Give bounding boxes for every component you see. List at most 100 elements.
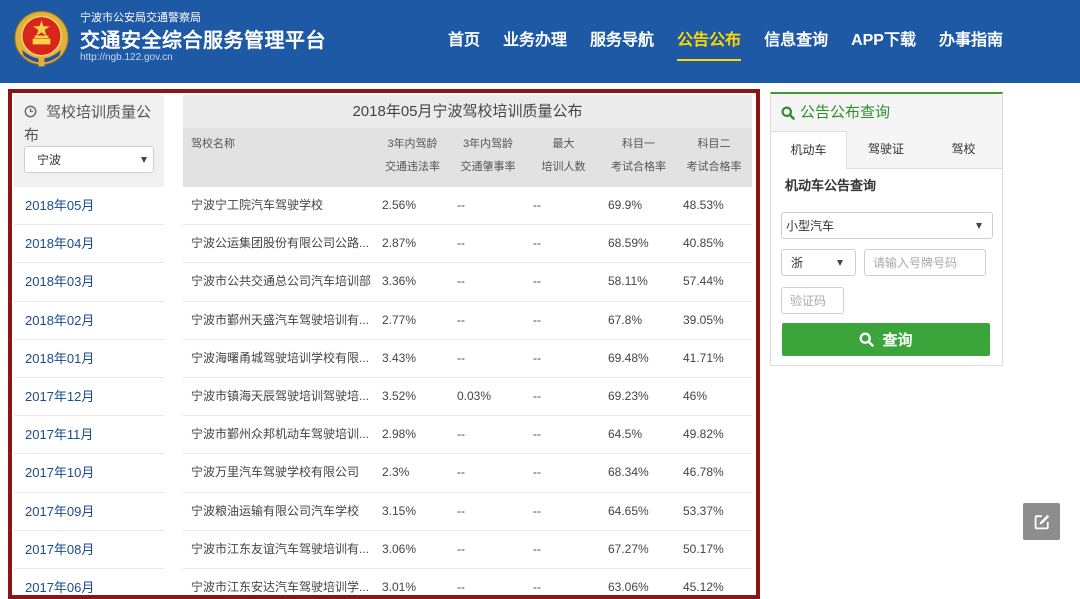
nav-info-query[interactable]: 信息查询 xyxy=(764,31,828,61)
month-item[interactable]: 2018年02月 xyxy=(14,302,164,340)
col-header-subject2-pass-rate: 科目二 考试合格率 xyxy=(676,128,752,187)
month-item[interactable]: 2017年10月 xyxy=(14,454,164,493)
cell-school-name: 宁波市鄞州天盛汽车驾驶培训有... xyxy=(191,312,370,327)
region-select[interactable]: 宁波 xyxy=(24,146,154,173)
month-item[interactable]: 2018年05月 xyxy=(14,187,164,226)
sidebar-title-text: 驾校培训质量公布 xyxy=(24,104,152,144)
cell-subject2-pass-rate: 45.12% xyxy=(683,579,724,594)
cell-accident-rate: -- xyxy=(457,312,465,327)
cell-violation-rate: 2.3% xyxy=(382,465,410,480)
cell-subject1-pass-rate: 64.65% xyxy=(608,503,649,518)
site-header: 宁波市公安局交通警察局 交通安全综合服务管理平台 http://ngb.122.… xyxy=(0,0,1080,83)
query-submit-label: 查询 xyxy=(882,332,913,349)
nav-app-download[interactable]: APP下载 xyxy=(851,31,916,61)
cell-subject1-pass-rate: 67.8% xyxy=(608,312,643,327)
cell-school-name: 宁波市镇海天辰驾驶培训驾驶培... xyxy=(191,388,370,403)
cell-violation-rate: 3.52% xyxy=(382,388,417,403)
cell-accident-rate: -- xyxy=(457,198,465,212)
region-select-wrap[interactable]: 宁波 xyxy=(24,146,154,173)
month-item[interactable]: 2018年01月 xyxy=(14,340,164,378)
cell-violation-rate: 3.01% xyxy=(382,579,417,594)
driving-school-quality-panel: 驾校培训质量公布 宁波 2018年05月 2018年04月 2018年03月 2… xyxy=(8,89,760,599)
cell-accident-rate: -- xyxy=(457,274,465,289)
table-row: 宁波市镇海天辰驾驶培训驾驶培... 3.52% 0.03% -- 69.23% … xyxy=(183,378,752,417)
nav-home[interactable]: 首页 xyxy=(448,31,480,61)
table-row: 宁波粮油运输有限公司汽车学校 3.15% -- -- 64.65% 53.37% xyxy=(183,493,752,531)
cell-max-trainees: -- xyxy=(533,503,541,518)
cell-school-name: 宁波市公共交通总公司汽车培训部 xyxy=(191,274,372,289)
quality-table: 2018年05月宁波驾校培训质量公布 驾校名称 3年内驾龄 交通违法率 3年内驾龄… xyxy=(183,95,752,595)
nav-announcements[interactable]: 公告公布 xyxy=(677,31,742,61)
province-select[interactable]: 浙 xyxy=(781,249,856,276)
tab-motor-vehicle[interactable]: 机动车 xyxy=(771,131,847,169)
cell-accident-rate: -- xyxy=(457,427,465,442)
month-item[interactable]: 2017年12月 xyxy=(14,378,164,417)
cell-subject2-pass-rate: 46% xyxy=(683,388,708,403)
query-panel-title: 公告公布查询 xyxy=(800,104,891,121)
cell-school-name: 宁波宁工院汽车驾驶学校 xyxy=(191,198,324,212)
cell-accident-rate: -- xyxy=(457,350,465,365)
table-row: 宁波公运集团股份有限公司公路... 2.87% -- -- 68.59% 40.… xyxy=(183,225,752,264)
cell-violation-rate: 2.98% xyxy=(382,427,417,442)
clock-icon xyxy=(24,105,37,118)
query-submit-button[interactable]: 查询 xyxy=(782,323,990,356)
province-select-wrap[interactable]: 浙 xyxy=(781,249,856,276)
cell-school-name: 宁波粮油运输有限公司汽车学校 xyxy=(191,503,360,518)
cell-subject2-pass-rate: 39.05% xyxy=(683,312,724,327)
site-url: http://ngb.122.gov.cn xyxy=(80,52,173,63)
cell-violation-rate: 2.77% xyxy=(382,312,417,327)
sidebar-title: 驾校培训质量公布 xyxy=(24,101,156,147)
cell-subject1-pass-rate: 58.11% xyxy=(608,274,648,289)
cell-violation-rate: 2.56% xyxy=(382,198,417,212)
cell-subject2-pass-rate: 48.53% xyxy=(683,198,724,212)
month-list: 2018年05月 2018年04月 2018年03月 2018年02月 2018… xyxy=(14,187,164,595)
cell-max-trainees: -- xyxy=(533,541,541,556)
cell-subject1-pass-rate: 69.48% xyxy=(608,350,649,365)
table-row: 宁波市鄞州众邦机动车驾驶培训... 2.98% -- -- 64.5% 49.8… xyxy=(183,416,752,455)
cell-subject2-pass-rate: 57.44% xyxy=(683,274,724,289)
vehicle-type-select[interactable]: 小型汽车 xyxy=(781,212,993,239)
col-header-text: 最大 xyxy=(552,138,575,150)
feedback-edit-button[interactable] xyxy=(1023,503,1060,540)
cell-subject1-pass-rate: 63.06% xyxy=(608,579,649,594)
search-icon xyxy=(859,332,875,347)
vehicle-type-select-wrap[interactable]: 小型汽车 xyxy=(781,212,993,239)
cell-subject1-pass-rate: 68.59% xyxy=(608,236,649,251)
cell-max-trainees: -- xyxy=(533,388,541,403)
nav-business[interactable]: 业务办理 xyxy=(503,31,567,61)
tab-driving-school[interactable]: 驾校 xyxy=(925,131,1002,169)
cell-accident-rate: -- xyxy=(457,503,465,518)
cell-max-trainees: -- xyxy=(533,274,541,289)
cell-max-trainees: -- xyxy=(533,236,541,251)
month-item[interactable]: 2017年09月 xyxy=(14,493,164,531)
nav-service-guide[interactable]: 服务导航 xyxy=(590,31,654,61)
month-item[interactable]: 2017年11月 xyxy=(14,416,164,455)
col-header-violation-rate: 3年内驾龄 交通违法率 xyxy=(375,128,450,187)
cell-max-trainees: -- xyxy=(533,579,541,594)
cell-subject2-pass-rate: 41.71% xyxy=(683,350,724,365)
col-header-max-trainees: 最大 培训人数 xyxy=(526,128,601,187)
announcement-query-panel: 公告公布查询 机动车 驾驶证 驾校 机动车公告查询 小型汽车 浙 查询 xyxy=(770,92,1003,366)
month-item[interactable]: 2018年04月 xyxy=(14,225,164,264)
org-name: 宁波市公安局交通警察局 xyxy=(80,12,201,24)
query-section-title: 机动车公告查询 xyxy=(785,178,877,193)
col-header-text: 3年内驾龄 xyxy=(387,138,438,150)
table-row: 宁波万里汽车驾驶学校有限公司 2.3% -- -- 68.34% 46.78% xyxy=(183,454,752,493)
month-item[interactable]: 2017年08月 xyxy=(14,531,164,569)
cell-school-name: 宁波市鄞州众邦机动车驾驶培训... xyxy=(191,427,370,442)
platform-name: 交通安全综合服务管理平台 xyxy=(80,30,326,52)
cell-subject1-pass-rate: 69.9% xyxy=(608,198,643,212)
nav-handling-guide[interactable]: 办事指南 xyxy=(939,31,1003,61)
captcha-input[interactable] xyxy=(781,287,844,314)
cell-subject2-pass-rate: 49.82% xyxy=(683,427,724,442)
month-item[interactable]: 2017年06月 xyxy=(14,569,164,595)
plate-number-input[interactable] xyxy=(864,249,986,276)
col-header-text: 培训人数 xyxy=(541,161,586,173)
month-item[interactable]: 2018年03月 xyxy=(14,263,164,302)
tab-driver-license[interactable]: 驾驶证 xyxy=(847,131,925,169)
table-row: 宁波宁工院汽车驾驶学校 2.56% -- -- 69.9% 48.53% xyxy=(183,187,752,226)
cell-max-trainees: -- xyxy=(533,465,541,480)
cell-violation-rate: 3.06% xyxy=(382,541,417,556)
cell-violation-rate: 3.43% xyxy=(382,350,417,365)
col-header-text: 交通肇事率 xyxy=(460,161,516,173)
